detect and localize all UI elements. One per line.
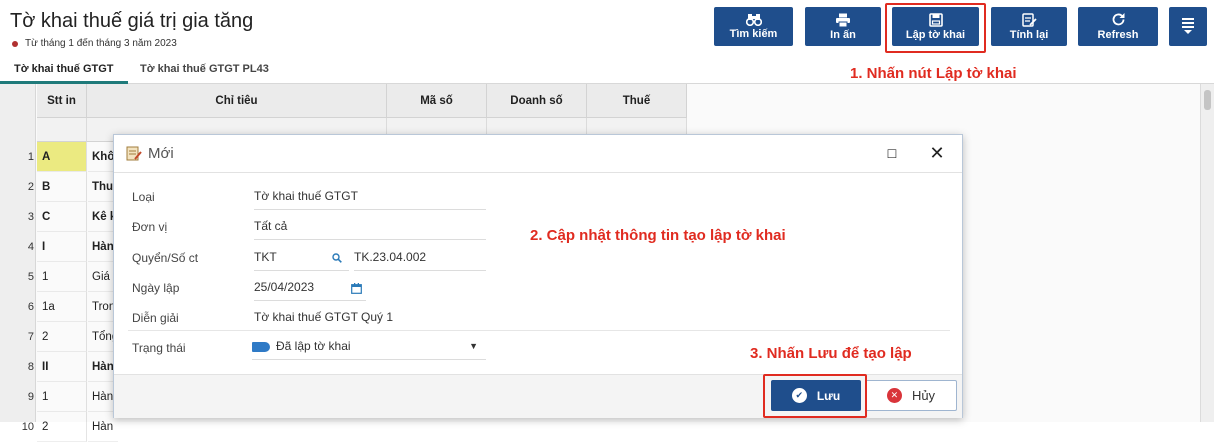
trangthai-select[interactable]: Đã lập tờ khai ▼: [252, 336, 486, 360]
tab-bar: Tờ khai thuế GTGT Tờ khai thuế GTGT PL43: [0, 56, 1214, 84]
check-circle-icon: ✔: [791, 388, 807, 403]
chevron-down-icon: ▼: [469, 341, 478, 351]
loai-field[interactable]: Tờ khai thuế GTGT: [254, 186, 486, 210]
search-button-label: Tìm kiếm: [729, 28, 778, 40]
recalculate-label: Tính lại: [1009, 28, 1049, 41]
diengiai-label: Diễn giải: [132, 311, 179, 325]
search-icon[interactable]: [332, 253, 342, 263]
printer-icon: [836, 13, 850, 27]
cancel-circle-icon: ✕: [886, 388, 902, 403]
save-icon: [928, 12, 943, 27]
trangthai-label: Trạng thái: [132, 341, 186, 355]
new-document-icon: [126, 146, 142, 161]
search-button[interactable]: Tìm kiếm: [714, 7, 793, 46]
loai-label: Loại: [132, 190, 155, 204]
status-tag-icon: [252, 341, 270, 352]
donvi-label: Đơn vị: [132, 220, 168, 234]
period-text: Từ tháng 1 đến tháng 3 năm 2023: [25, 38, 177, 49]
refresh-icon: [1112, 13, 1124, 26]
menu-icon: [1182, 17, 1194, 34]
divider: [128, 330, 950, 331]
cancel-button-label: Hủy: [911, 388, 936, 403]
page-header: Tờ khai thuế giá trị gia tăng Từ tháng 1…: [0, 0, 1214, 56]
step2-annotation: 2. Cập nhật thông tin tạo lập tờ khai: [530, 227, 786, 244]
step3-annotation: 3. Nhấn Lưu để tạo lập: [750, 345, 912, 362]
maximize-icon[interactable]: ☐: [882, 144, 902, 164]
tab-gtgt[interactable]: Tờ khai thuế GTGT: [0, 56, 128, 84]
cancel-button[interactable]: ✕ Hủy: [865, 380, 957, 411]
quyen-label: Quyển/Số ct: [132, 251, 199, 265]
close-icon[interactable]: ✕: [926, 143, 948, 165]
dialog-title: Mới: [148, 145, 174, 162]
recalculate-button[interactable]: Tính lại: [991, 7, 1067, 46]
create-declaration-button[interactable]: Lập tờ khai: [892, 7, 979, 46]
refresh-label: Refresh: [1097, 29, 1139, 41]
so-ct-field[interactable]: TK.23.04.002: [354, 247, 486, 271]
edit-list-icon: [1021, 12, 1037, 27]
page-title: Tờ khai thuế giá trị gia tăng: [10, 10, 254, 32]
print-button[interactable]: In ấn: [805, 7, 881, 46]
dialog-titlebar: Mới ☐ ✕: [114, 135, 962, 173]
binoculars-icon: [745, 14, 762, 26]
create-declaration-label: Lập tờ khai: [905, 28, 966, 41]
calendar-icon[interactable]: [351, 283, 362, 294]
save-button[interactable]: ✔ Lưu: [771, 380, 861, 411]
diengiai-field[interactable]: Tờ khai thuế GTGT Quý 1: [254, 307, 948, 331]
ngaylap-field[interactable]: 25/04/2023: [254, 277, 366, 301]
period-subtitle: Từ tháng 1 đến tháng 3 năm 2023: [12, 38, 177, 49]
new-declaration-dialog: Mới ☐ ✕ Loại Tờ khai thuế GTGT Đơn vị Tấ…: [113, 134, 963, 418]
save-button-label: Lưu: [816, 388, 841, 403]
trangthai-value: Đã lập tờ khai: [276, 339, 351, 353]
refresh-button[interactable]: Refresh: [1078, 7, 1158, 46]
ngaylap-label: Ngày lập: [132, 281, 180, 295]
more-menu-button[interactable]: [1169, 7, 1207, 46]
status-dot-icon: [12, 40, 18, 47]
tab-gtgt-pl43[interactable]: Tờ khai thuế GTGT PL43: [126, 56, 283, 84]
print-button-label: In ấn: [830, 28, 856, 41]
donvi-field[interactable]: Tất cả: [254, 216, 486, 240]
